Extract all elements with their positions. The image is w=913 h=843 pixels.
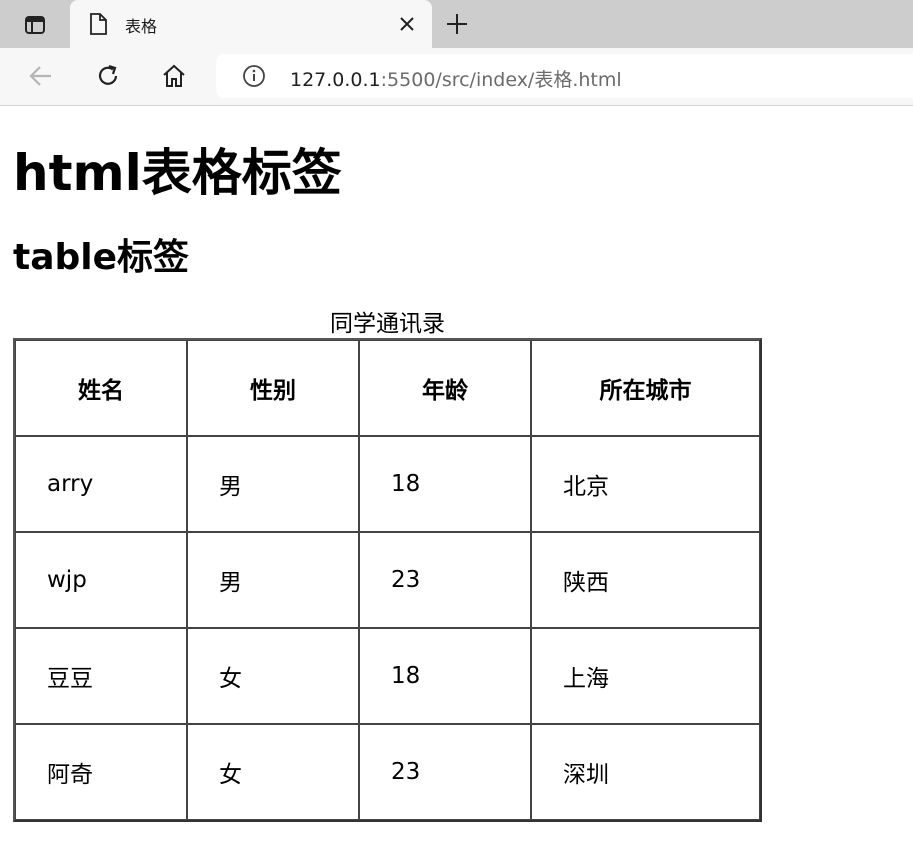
cell-age: 18 <box>359 436 531 532</box>
tab-title: 表格 <box>125 17 158 36</box>
tab-actions-icon[interactable] <box>22 12 48 38</box>
cell-gender: 男 <box>187 436 359 532</box>
new-tab-icon[interactable] <box>444 11 470 37</box>
section-heading: table标签 <box>13 237 190 278</box>
table-row: 阿奇 女 23 深圳 <box>15 724 760 820</box>
cell-name: 阿奇 <box>15 724 187 820</box>
header-city: 所在城市 <box>531 340 760 436</box>
back-arrow-icon[interactable] <box>27 62 55 90</box>
table-container: 同学通讯录 姓名 性别 年龄 所在城市 arry 男 18 北京 wjp 男 2… <box>13 310 762 822</box>
info-icon[interactable] <box>242 64 266 92</box>
cell-name: arry <box>15 436 187 532</box>
cell-name: wjp <box>15 532 187 628</box>
home-icon[interactable] <box>160 62 188 90</box>
address-bar[interactable]: 127.0.0.1:5500/src/index/表格.html <box>216 54 913 98</box>
tab-strip: 表格 <box>0 0 913 48</box>
cell-age: 18 <box>359 628 531 724</box>
header-gender: 性别 <box>187 340 359 436</box>
reload-icon[interactable] <box>94 62 122 90</box>
browser-toolbar: 127.0.0.1:5500/src/index/表格.html <box>0 48 913 106</box>
cell-name: 豆豆 <box>15 628 187 724</box>
url-text: 127.0.0.1:5500/src/index/表格.html <box>290 65 622 92</box>
table-row: wjp 男 23 陕西 <box>15 532 760 628</box>
table-row: arry 男 18 北京 <box>15 436 760 532</box>
page-content: html表格标签 table标签 同学通讯录 姓名 性别 年龄 所在城市 arr… <box>0 144 913 822</box>
url-host: 127.0.0.1 <box>290 69 381 91</box>
table-row: 豆豆 女 18 上海 <box>15 628 760 724</box>
cell-gender: 女 <box>187 628 359 724</box>
contacts-table: 姓名 性别 年龄 所在城市 arry 男 18 北京 wjp 男 23 陕西 豆… <box>13 338 762 822</box>
cell-city: 深圳 <box>531 724 760 820</box>
close-icon[interactable] <box>398 15 416 33</box>
cell-age: 23 <box>359 724 531 820</box>
cell-city: 北京 <box>531 436 760 532</box>
cell-city: 上海 <box>531 628 760 724</box>
header-age: 年龄 <box>359 340 531 436</box>
header-name: 姓名 <box>15 340 187 436</box>
table-header-row: 姓名 性别 年龄 所在城市 <box>15 340 760 436</box>
page-icon <box>88 12 108 40</box>
cell-age: 23 <box>359 532 531 628</box>
url-path: :5500/src/index/表格.html <box>380 69 622 91</box>
cell-gender: 女 <box>187 724 359 820</box>
table-caption: 同学通讯录 <box>330 311 445 337</box>
page-title: html表格标签 <box>13 144 342 202</box>
browser-tab[interactable]: 表格 <box>70 0 432 48</box>
cell-gender: 男 <box>187 532 359 628</box>
cell-city: 陕西 <box>531 532 760 628</box>
